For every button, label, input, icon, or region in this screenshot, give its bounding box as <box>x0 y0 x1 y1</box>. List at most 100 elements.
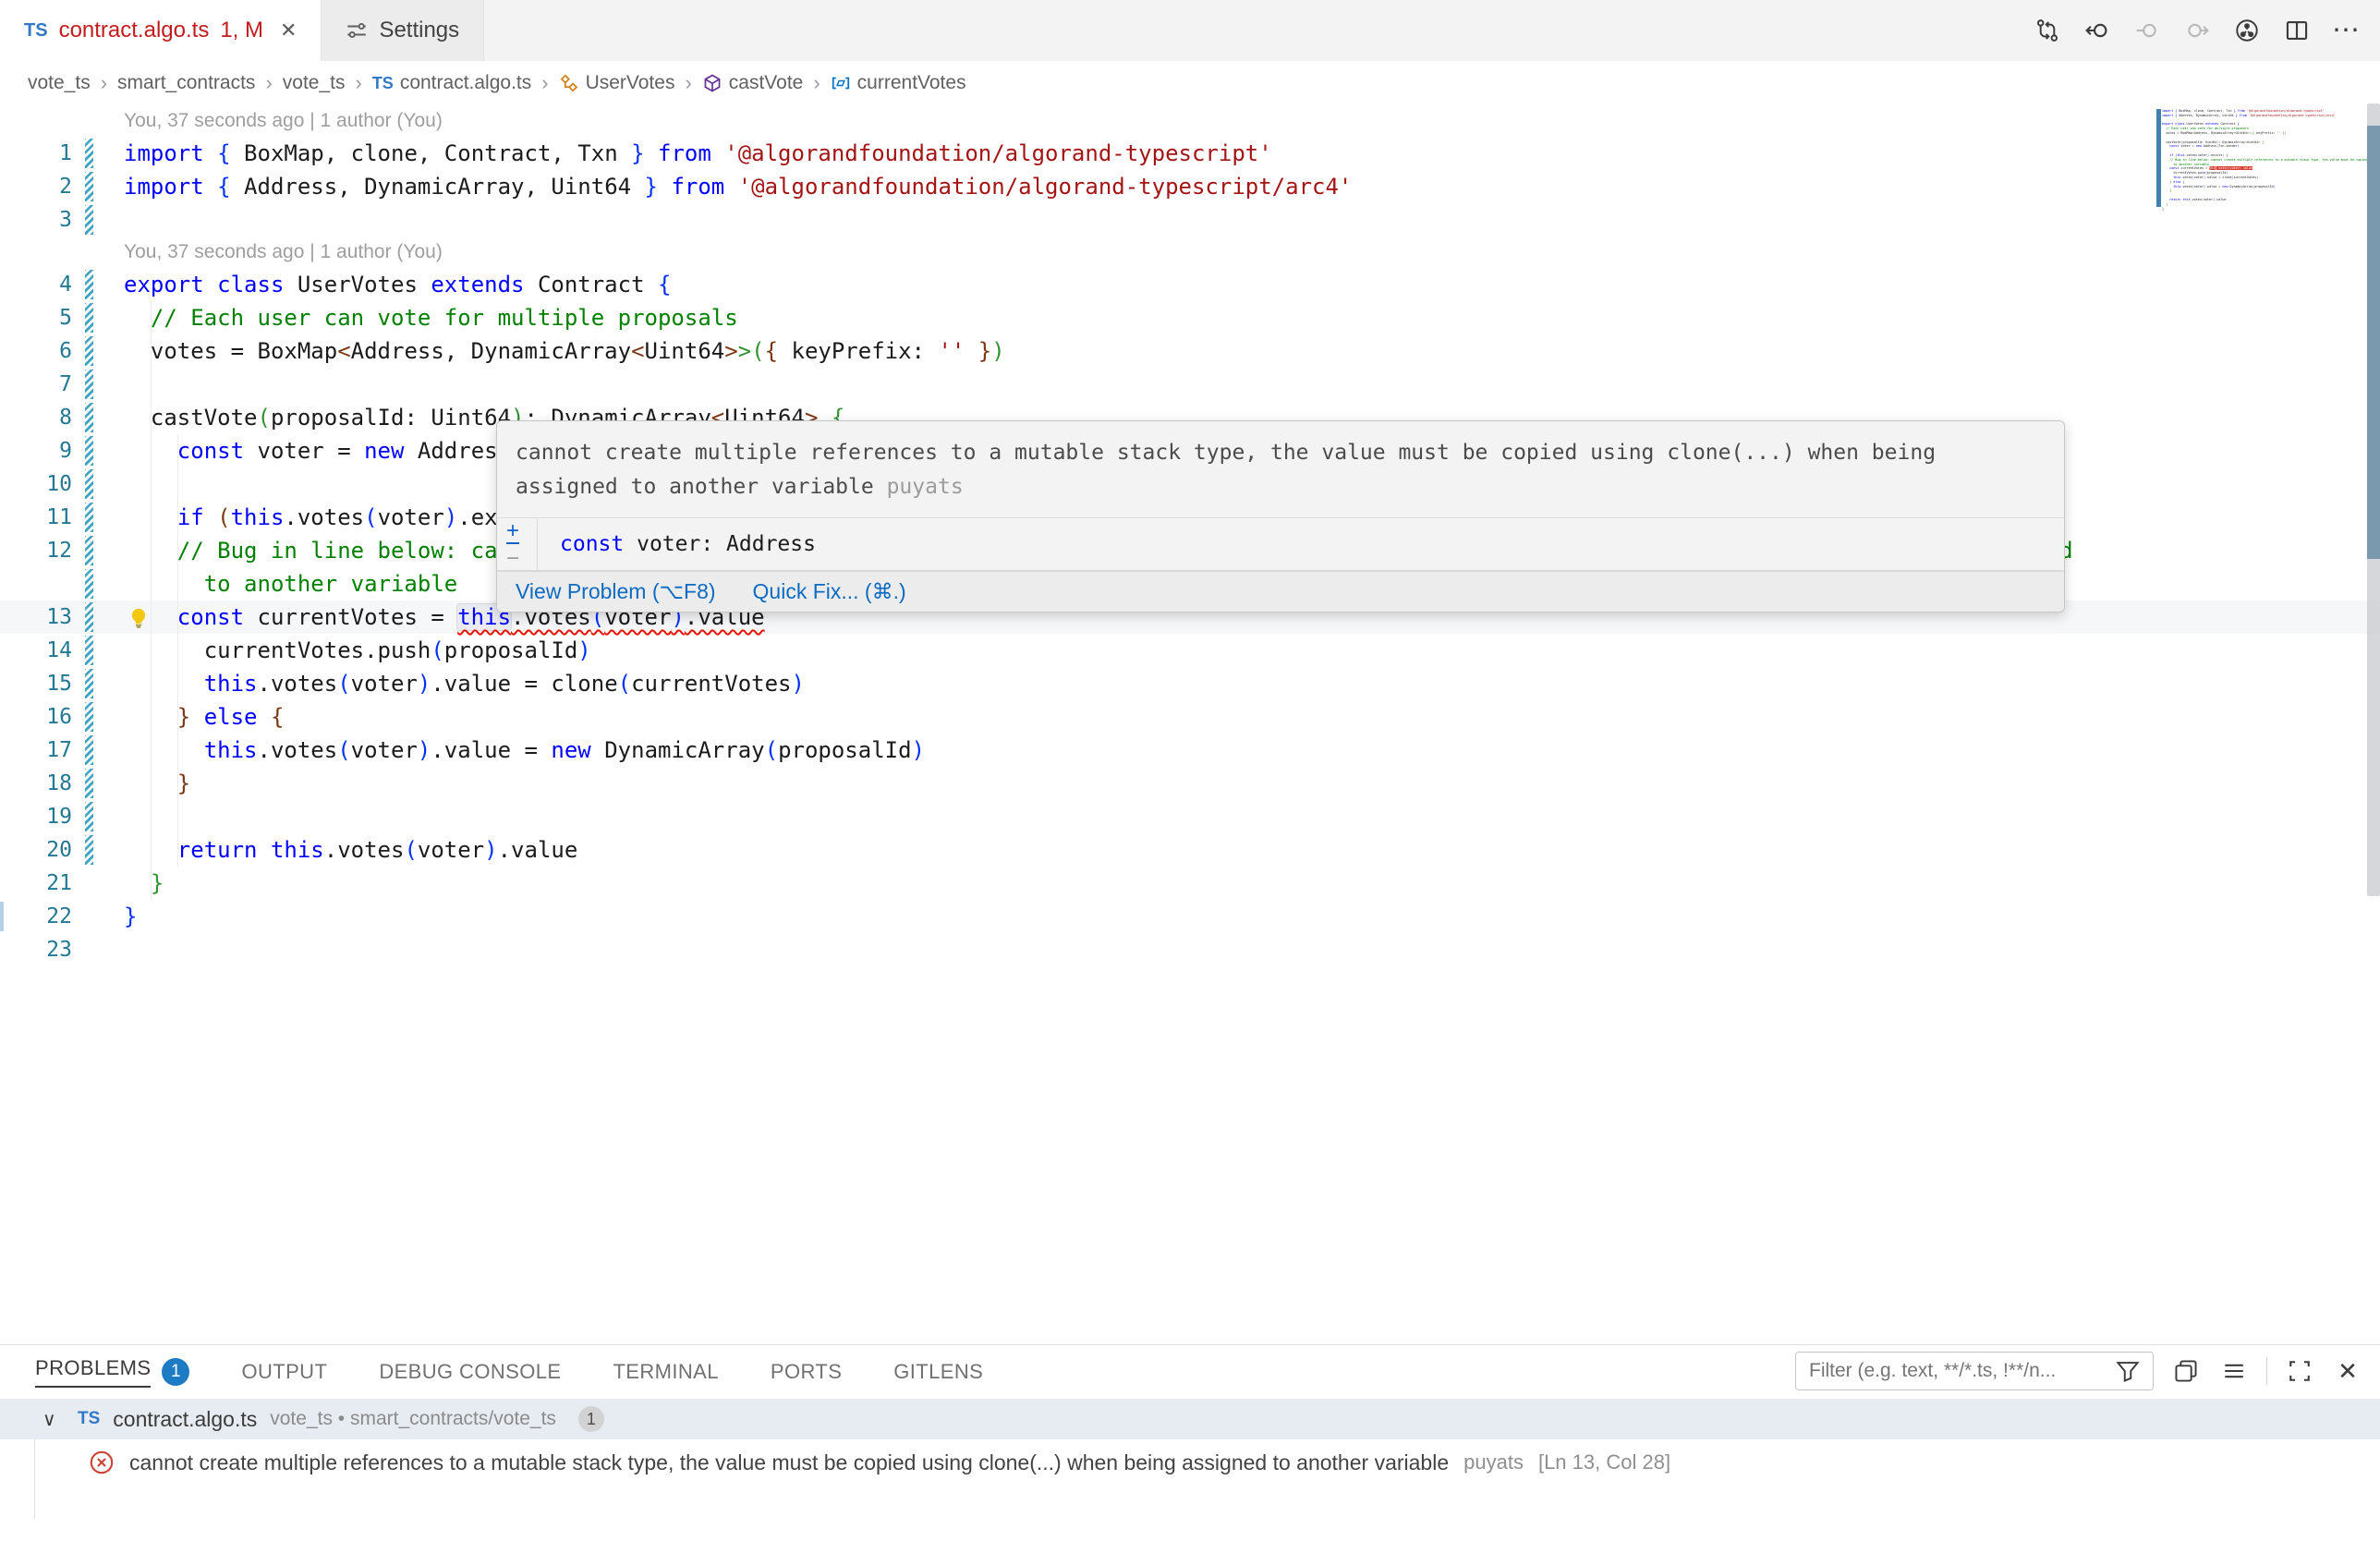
problems-filter[interactable] <box>1795 1352 2154 1390</box>
breadcrumb-item-variable[interactable]: currentVotes <box>831 72 966 94</box>
code-line-4[interactable]: 4export class UserVotes extends Contract… <box>0 268 2380 301</box>
code-token: '@algorandfoundation/algorand-typescript… <box>724 140 1271 166</box>
code-line-18[interactable]: 18 } <box>0 767 2380 800</box>
overview-ruler-modified-decoration <box>2367 126 2380 559</box>
minimap-token: { <box>2182 180 2184 184</box>
filter-funnel-icon <box>2112 1355 2143 1387</box>
gutter-modified-marker <box>85 270 93 299</box>
maximize-panel-icon[interactable] <box>2284 1355 2315 1387</box>
minimap-token: DynamicArray <box>2228 185 2252 188</box>
collapse-all-icon[interactable] <box>2170 1355 2202 1387</box>
code-line-19[interactable]: 19 <box>0 800 2380 833</box>
panel-tab-debug-console[interactable]: DEBUG CONSOLE <box>379 1360 561 1384</box>
tab-contract-algo-ts[interactable]: TS contract.algo.ts 1, M ✕ <box>0 0 321 61</box>
gutter-modified-marker <box>85 802 93 831</box>
panel-tab-bar: PROBLEMS 1 OUTPUT DEBUG CONSOLE TERMINAL… <box>0 1345 2380 1399</box>
next-change-icon[interactable] <box>2177 10 2217 51</box>
problems-file-group-row[interactable]: ∨ TS contract.algo.ts vote_ts • smart_co… <box>0 1399 2380 1439</box>
view-problem-link[interactable]: View Problem (⌥F8) <box>516 579 716 604</box>
navigate-back-icon[interactable] <box>2077 10 2118 51</box>
minimap-token: .votes <box>2185 153 2196 157</box>
code-token: proposalId <box>444 637 578 663</box>
breadcrumb-item-folder[interactable]: smart_contracts <box>117 72 255 94</box>
code-editor[interactable]: You, 37 seconds ago | 1 author (You) 1imp… <box>0 105 2380 1344</box>
panel-tab-ports[interactable]: PORTS <box>771 1360 842 1384</box>
minimap-token: .exists <box>2209 153 2222 157</box>
line-number: 21 <box>0 867 72 900</box>
code-token <box>190 704 203 730</box>
code-line-15[interactable]: 15 this.votes(voter).value = clone(curre… <box>0 667 2380 700</box>
code-line-2[interactable]: 2import { Address, DynamicArray, Uint64 … <box>0 170 2380 203</box>
blame-text: You, 37 seconds ago | 1 author (You) <box>124 237 443 268</box>
minimap-token: proposalId <box>2207 171 2226 175</box>
breadcrumb-item-class[interactable]: UserVotes <box>559 72 675 94</box>
breadcrumb-item-folder[interactable]: vote_ts <box>283 72 346 94</box>
problem-source: puyats <box>1463 1450 1524 1474</box>
code-token: ) <box>418 737 431 763</box>
decrease-verbosity-icon[interactable]: − <box>506 550 519 568</box>
code-line-21[interactable]: 21 } <box>0 867 2380 900</box>
code-token: export class <box>124 272 298 297</box>
minimap[interactable]: import { BoxMap, clone, Contract, Txn } … <box>2162 109 2367 222</box>
problem-row[interactable]: cannot create multiple references to a m… <box>0 1439 2380 1486</box>
panel-tab-output[interactable]: OUTPUT <box>241 1360 327 1384</box>
breadcrumb-item-method[interactable]: castVote <box>702 72 804 94</box>
code-line-3[interactable]: 3 <box>0 203 2380 237</box>
code-line-23[interactable]: 23 <box>0 933 2380 966</box>
gutter-modified-marker <box>85 602 93 632</box>
code-token: '' <box>938 338 965 364</box>
indent-guide <box>151 368 152 401</box>
code-token: .votes <box>324 837 405 863</box>
code-line-20[interactable]: 20 return this.votes(voter).value <box>0 833 2380 867</box>
code-line-5[interactable]: 5 // Each user can vote for multiple pro… <box>0 301 2380 334</box>
code-token: ) <box>991 338 1004 364</box>
view-as-table-icon[interactable] <box>2218 1355 2250 1387</box>
code-token: .votes <box>284 504 364 530</box>
minimap-token: extends <box>2205 122 2220 126</box>
close-panel-icon[interactable]: ✕ <box>2332 1355 2363 1387</box>
more-actions-icon[interactable]: ⋯ <box>2326 10 2367 51</box>
tab-settings[interactable]: Settings <box>321 0 484 61</box>
compare-changes-icon[interactable] <box>2027 10 2068 51</box>
panel-tab-terminal[interactable]: TERMINAL <box>613 1360 718 1384</box>
code-line-6[interactable]: 6 votes = BoxMap<Address, DynamicArray<U… <box>0 334 2380 368</box>
quick-fix-link[interactable]: Quick Fix... (⌘.) <box>753 579 906 604</box>
breadcrumb-item-folder[interactable]: vote_ts <box>28 72 91 94</box>
panel-tab-problems[interactable]: PROBLEMS 1 <box>35 1356 189 1388</box>
code-line-17[interactable]: 17 this.votes(voter).value = new Dynamic… <box>0 734 2380 767</box>
breadcrumb-item-file[interactable]: TS contract.algo.ts <box>372 72 531 94</box>
code-token: < <box>337 338 350 364</box>
code-token: voter <box>378 504 444 530</box>
gutter-modified-marker <box>85 636 93 665</box>
sliders-icon <box>346 19 368 42</box>
minimap-token: votes = BoxMap <box>2162 131 2192 135</box>
line-number: 10 <box>0 467 72 501</box>
code-line-7[interactable]: 7 <box>0 368 2380 401</box>
code-text: } <box>124 900 137 933</box>
split-editor-icon[interactable] <box>2277 10 2317 51</box>
commit-graph-icon[interactable] <box>2227 10 2267 51</box>
code-token <box>124 770 177 796</box>
hover-error-source: puyats <box>887 475 964 499</box>
code-token: ) <box>912 737 925 763</box>
filter-input[interactable] <box>1809 1360 2112 1382</box>
minimap-token: Txn.sender <box>2218 144 2237 148</box>
minimap-token: voter <box>2198 153 2207 157</box>
code-token: } <box>978 338 991 364</box>
problems-file-name: contract.algo.ts <box>113 1407 257 1432</box>
code-token: ) <box>484 837 497 863</box>
minimap-token: from <box>2236 109 2247 113</box>
code-token: to another variable <box>124 571 457 597</box>
code-line-14[interactable]: 14 currentVotes.push(proposalId) <box>0 634 2380 667</box>
panel-tab-gitlens[interactable]: GITLENS <box>893 1360 983 1384</box>
minimap-token: .value <box>2241 166 2252 170</box>
gutter-modified-marker <box>85 469 93 499</box>
code-line-22[interactable]: 22} <box>0 900 2380 933</box>
code-line-1[interactable]: 1import { BoxMap, clone, Contract, Txn }… <box>0 137 2380 170</box>
code-text: } else { <box>124 700 284 734</box>
previous-change-icon[interactable] <box>2127 10 2168 51</box>
close-tab-icon[interactable]: ✕ <box>280 18 297 42</box>
code-line-16[interactable]: 16 } else { <box>0 700 2380 734</box>
increase-verbosity-icon[interactable]: + <box>506 520 519 544</box>
gutter-modified-marker <box>85 735 93 765</box>
